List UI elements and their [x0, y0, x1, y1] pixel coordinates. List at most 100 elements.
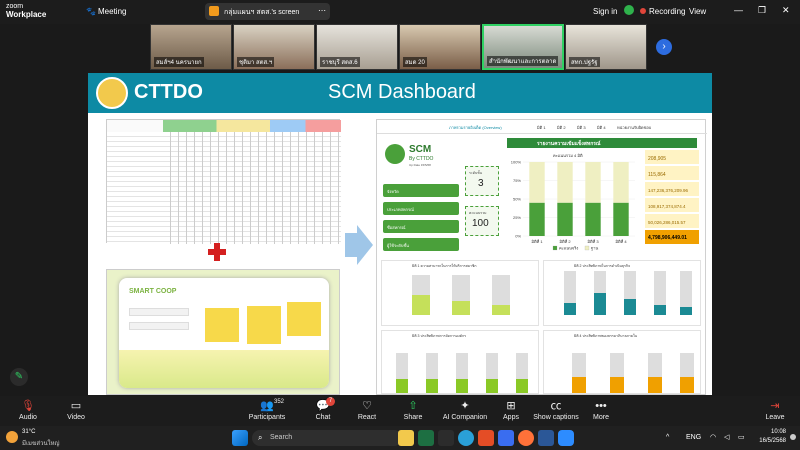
side-value-column: 208,905 115,864 147,236,376,209.96 108,9… — [645, 150, 699, 256]
audio-button[interactable]: 🎙 Audio — [10, 396, 46, 426]
zoom-taskbar-icon[interactable] — [558, 430, 574, 446]
participant-tile[interactable]: สมด 20 — [399, 24, 481, 70]
tab-overview[interactable]: ภาพรวมรายอิงเด็ด (Overview) — [449, 124, 502, 131]
filter-user-level[interactable]: ผู้ใช้ระดับชั้น — [383, 238, 459, 251]
panel-dim1: มิติ 1 ความสามารถในการให้บริการสมาชิก — [381, 260, 539, 326]
taskbar-search-box[interactable]: ⌕ Search — [252, 430, 402, 446]
logo-text: CTTDO — [134, 81, 203, 103]
arrow-head — [357, 225, 373, 265]
bar-base — [529, 162, 545, 203]
smart-coop-window: SMART COOP — [119, 278, 329, 388]
firefox-icon[interactable] — [518, 430, 534, 446]
leave-button[interactable]: ⇥ Leave — [760, 396, 790, 426]
smart-coop-image: SMART COOP — [106, 269, 340, 395]
participants-button[interactable]: 👥 Participants 352 — [242, 396, 292, 426]
filter-coop-name[interactable]: ชื่อสหกรณ์ — [383, 220, 459, 233]
share-button[interactable]: ⇧ Share — [398, 396, 428, 426]
filter-province[interactable]: จังหวัด — [383, 184, 459, 197]
y-tick-label: 100% — [511, 160, 522, 165]
restore-icon[interactable]: ❐ — [758, 5, 766, 16]
weather-temp[interactable]: 31°C — [22, 429, 35, 435]
language-indicator[interactable]: ENG — [686, 434, 701, 441]
search-placeholder: Search — [270, 434, 293, 441]
panel-bar — [516, 379, 528, 393]
x-tick-label: มิติที่ 3 — [587, 239, 599, 244]
screen-share-pill[interactable]: กลุ่มแผนฯ สตส.'s screen ⋯ — [205, 3, 330, 20]
wifi-icon[interactable]: ◠ — [710, 433, 716, 441]
panel-bar — [648, 377, 662, 393]
participant-tile[interactable]: สมส์ฯ4 นครนายก — [150, 24, 232, 70]
panel-bar — [486, 379, 498, 393]
next-participants-icon[interactable]: › — [656, 39, 672, 55]
tray-chevron-icon[interactable]: ^ — [666, 434, 669, 441]
dashboard-header: รายงานความเข้มแข็งสหกรณ์ — [507, 138, 697, 148]
view-button[interactable]: View — [689, 7, 706, 16]
weather-sun-icon — [6, 431, 18, 443]
chat-button[interactable]: 💬 Chat 7 — [308, 396, 338, 426]
overall-score-chart: คะแนนรวม 4 มิติ 0% 25% 50% 75% 100% มิติที่ 1… — [507, 150, 639, 252]
notification-icon[interactable] — [790, 434, 796, 440]
login-field[interactable] — [129, 308, 189, 316]
close-icon[interactable]: ✕ — [782, 5, 790, 16]
store-icon[interactable] — [478, 430, 494, 446]
spreadsheet-header — [163, 120, 341, 132]
tab-dim1[interactable]: มิติ 1 — [537, 124, 546, 131]
annotate-pencil-icon[interactable]: ✎ — [10, 368, 28, 386]
app-icon[interactable] — [498, 430, 514, 446]
panel-dim2: มิติ 2 ประสิทธิภาพในการดำเนินธุรกิจ — [543, 260, 701, 326]
kpi-level-box: ระดับชั้น 3 — [465, 166, 499, 196]
react-button[interactable]: ♡ React — [352, 396, 382, 426]
taskview-icon[interactable] — [438, 430, 454, 446]
tab-dim4[interactable]: มิติ 4 — [597, 124, 606, 131]
windows-start-icon[interactable] — [232, 430, 248, 446]
share-label: กลุ่มแผนฯ สตส.'s screen — [224, 9, 300, 16]
x-tick-label: มิติที่ 1 — [531, 239, 543, 244]
value-box: 208,905 — [645, 150, 699, 164]
ai-companion-button[interactable]: ✦ AI Companion — [440, 396, 490, 426]
legend-swatch — [552, 245, 558, 251]
weather-desc: มีเมฆส่วนใหญ่ — [22, 441, 60, 447]
participant-tile-active[interactable]: สำนักพัฒนาและการตลาด — [482, 24, 564, 70]
clock-time[interactable]: 10:08 — [756, 429, 786, 435]
panel-bar — [680, 307, 692, 315]
meeting-label[interactable]: Meeting — [98, 7, 126, 16]
participant-tile[interactable]: ชุติมา สตส.ฯ — [233, 24, 315, 70]
security-shield-icon[interactable] — [624, 5, 634, 15]
participant-name: ชุติมา สตส.ฯ — [237, 57, 275, 67]
y-tick-label: 0% — [515, 234, 521, 239]
recording-label[interactable]: Recording — [649, 7, 685, 16]
panel-bar — [572, 377, 586, 393]
tab-dim3[interactable]: มิติ 3 — [577, 124, 586, 131]
excel-icon[interactable] — [418, 430, 434, 446]
apps-grid-icon: ⊞ — [506, 400, 516, 412]
panel-bar — [624, 299, 636, 315]
video-button[interactable]: ▭ Video — [58, 396, 94, 426]
minimize-icon[interactable]: — — [734, 5, 743, 15]
participant-tile[interactable]: ราชบุรี สตส.6 — [316, 24, 398, 70]
participant-tile[interactable]: สทก.ปฐรัฐ — [565, 24, 647, 70]
x-tick-label: มิติที่ 2 — [559, 239, 571, 244]
heart-icon: ♡ — [362, 400, 372, 412]
file-explorer-icon[interactable] — [398, 430, 414, 446]
shared-screen: CTTDO SCM Dashboard SMART COOP ภาพรวมราย… — [88, 73, 712, 395]
bar-score — [585, 202, 601, 236]
captions-button[interactable]: ㏄ Show captions — [530, 396, 582, 426]
word-icon[interactable] — [538, 430, 554, 446]
edge-icon[interactable] — [458, 430, 474, 446]
volume-icon[interactable]: ◁ — [724, 433, 729, 441]
more-options-icon[interactable]: ⋯ — [318, 6, 326, 15]
x-tick-label: มิติที่ 4 — [615, 239, 627, 244]
recording-dot-icon — [640, 8, 646, 14]
signin-link[interactable]: Sign in — [593, 7, 617, 16]
more-button[interactable]: ••• More — [586, 396, 616, 426]
apps-button[interactable]: ⊞ Apps — [496, 396, 526, 426]
value-box: 4,798,906,449.01 — [645, 230, 699, 244]
value-box: 50,026,286,015.57 — [645, 214, 699, 228]
app-footer-art — [119, 350, 329, 388]
participants-count: 352 — [274, 399, 285, 405]
tab-responsible[interactable]: หน่วยงานรับผิดชอบ — [617, 124, 651, 131]
tab-dim2[interactable]: มิติ 2 — [557, 124, 566, 131]
password-field[interactable] — [129, 322, 189, 330]
battery-icon[interactable]: ▭ — [738, 433, 745, 441]
filter-coop-type[interactable]: ประเภทสหกรณ์ — [383, 202, 459, 215]
